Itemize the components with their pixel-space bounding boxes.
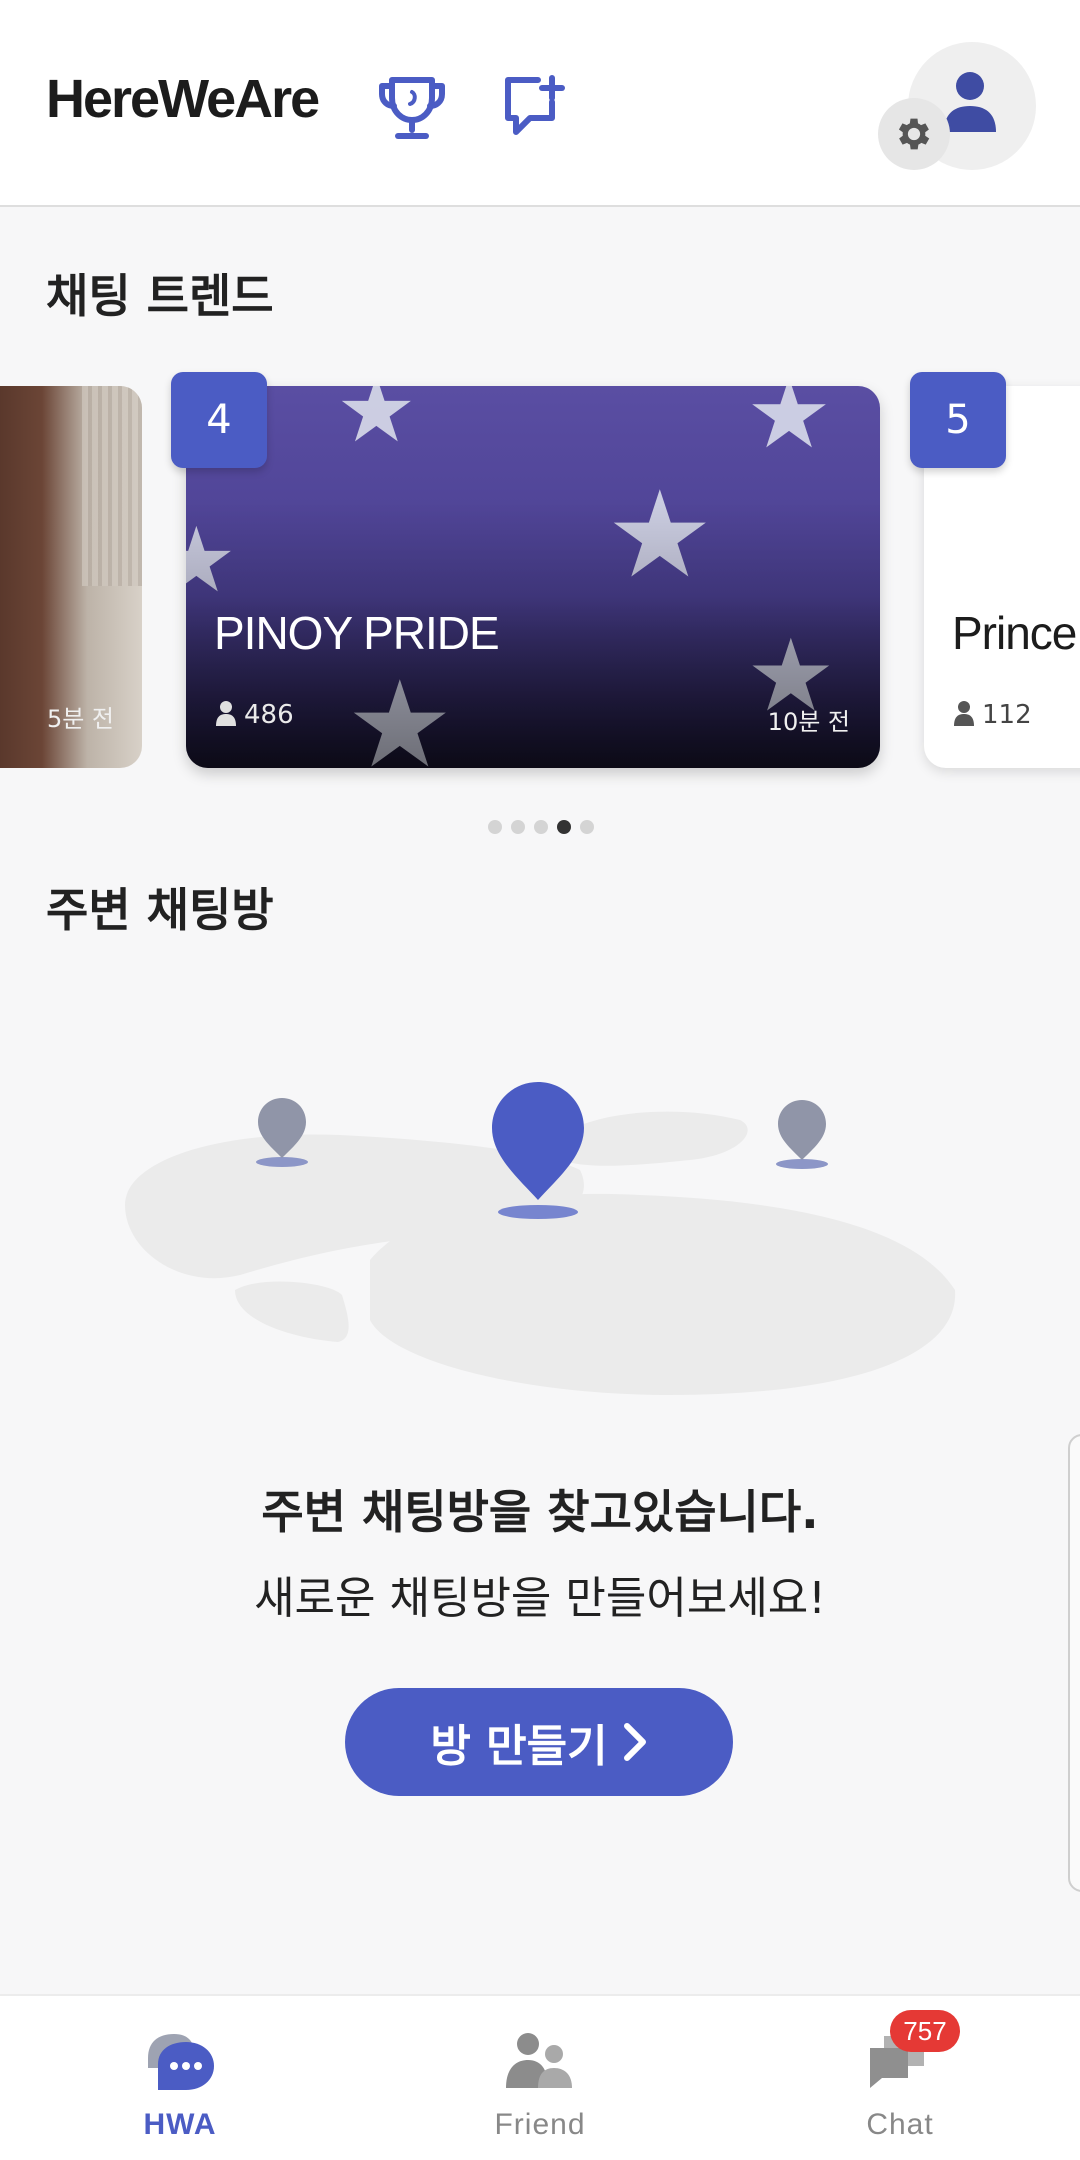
rank-badge: 5 [910, 372, 1006, 468]
nav-label: Friend [494, 2108, 586, 2141]
card-image [82, 386, 142, 586]
card-time: 10분 전 [767, 708, 850, 736]
settings-icon [898, 118, 930, 150]
person-icon [216, 701, 236, 726]
pagination-dot-active[interactable] [557, 820, 571, 834]
nearby-section-title: 주변 채팅방 [46, 883, 274, 937]
person-icon [954, 701, 974, 726]
unread-badge: 757 [890, 2010, 960, 2052]
create-room-label: 방 만들기 [430, 1721, 608, 1772]
member-count: 112 [954, 700, 1032, 730]
rank-badge: 4 [171, 372, 267, 468]
nav-label: Chat [866, 2108, 934, 2141]
pagination-dot[interactable] [511, 820, 525, 834]
nav-label: HWA [143, 2108, 217, 2141]
trend-card-3[interactable]: 5분 전 [0, 386, 142, 768]
nav-tab-friend[interactable]: Friend [440, 1996, 640, 2160]
new-chat-icon[interactable] [498, 72, 570, 144]
nav-tab-chat[interactable]: 757 Chat [800, 1996, 1000, 2160]
empty-state-subtitle: 새로운 채팅방을 만들어보세요! [254, 1573, 826, 1624]
pagination-dot[interactable] [534, 820, 548, 834]
trophy-icon[interactable] [376, 72, 448, 144]
create-room-button[interactable]: 방 만들기 [345, 1688, 733, 1796]
side-drawer-handle[interactable] [1068, 1434, 1080, 1892]
carousel-pagination [488, 820, 594, 834]
card-time: 5분 전 [46, 705, 114, 733]
empty-state-title: 주변 채팅방을 찾고있습니다. [261, 1485, 819, 1539]
map-illustration [125, 1082, 956, 1395]
card-title: PINOY PRIDE [214, 607, 500, 659]
pagination-dot[interactable] [580, 820, 594, 834]
settings-button[interactable] [878, 98, 950, 170]
trend-card-4[interactable]: ★ ★ ★ ★ ★ ★ PINOY PRIDE 486 10분 전 [186, 386, 880, 768]
card-title: Prince [952, 607, 1077, 659]
bottom-navigation: HWA Friend 757 Chat [0, 1994, 1080, 2160]
trend-section-title: 채팅 트렌드 [46, 269, 274, 323]
friends-icon [506, 2033, 572, 2088]
app-logo: HereWeAre [46, 69, 320, 129]
chat-bubble-icon [148, 2034, 214, 2090]
member-count: 486 [216, 700, 294, 730]
app-header: HereWeAre [0, 0, 1080, 207]
chevron-right-icon [623, 1723, 646, 1761]
nav-tab-hwa[interactable]: HWA [80, 1996, 280, 2160]
pagination-dot[interactable] [488, 820, 502, 834]
